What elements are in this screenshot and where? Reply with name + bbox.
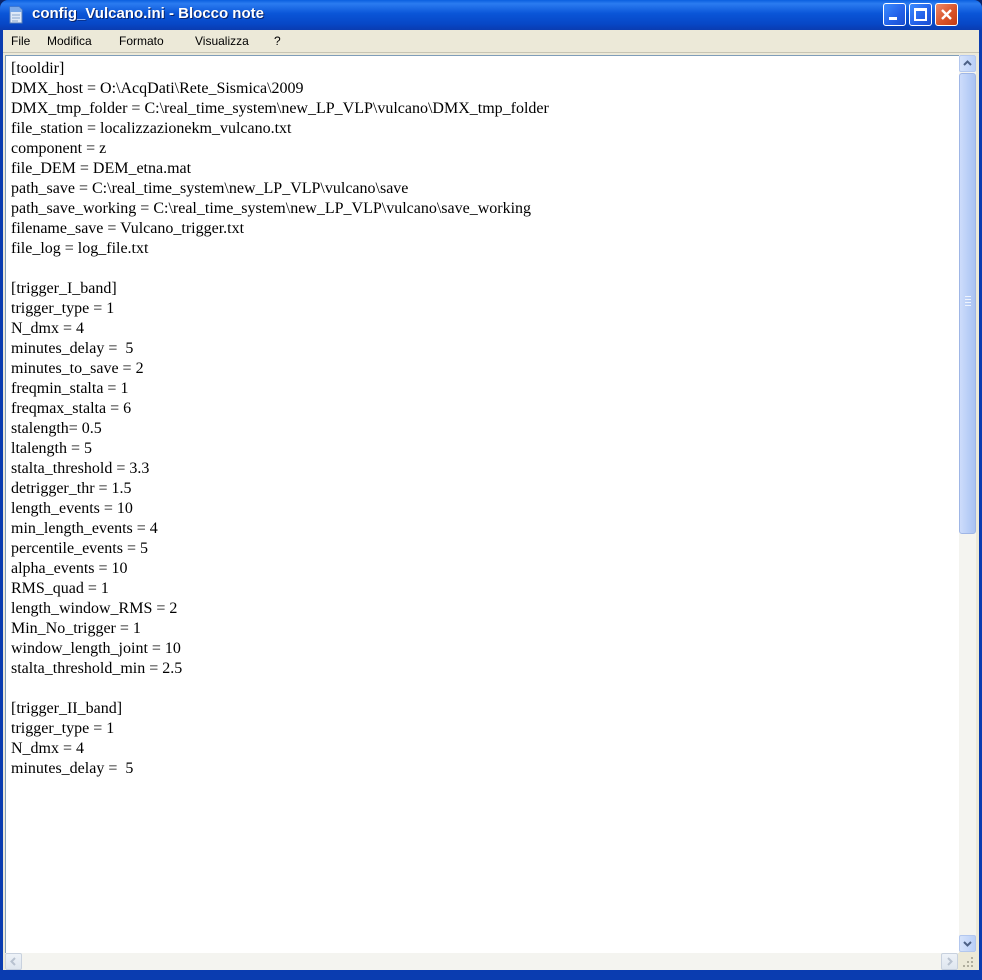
minimize-icon [889, 17, 897, 20]
document-line: [trigger_I_band] [11, 280, 117, 297]
document-line: trigger_type = 1 [11, 720, 115, 737]
grip-line [965, 305, 971, 306]
resize-grip[interactable] [959, 953, 976, 970]
document-line: minutes_delay = 5 [11, 340, 134, 357]
scroll-up-button[interactable] [959, 55, 976, 72]
document-line: N_dmx = 4 [11, 320, 85, 337]
grip-line [965, 299, 971, 300]
document-line: window_length_joint = 10 [11, 640, 181, 657]
menu-modifica-label: Modifica [47, 34, 92, 48]
document-text[interactable]: [tooldir] DMX_host = O:\AcqDati\Rete_Sis… [11, 59, 549, 779]
document-line: percentile_events = 5 [11, 540, 148, 557]
menu-file[interactable]: File [7, 33, 34, 49]
chevron-left-icon [10, 957, 16, 966]
vertical-scrollbar[interactable] [959, 55, 976, 952]
grip-line [965, 302, 971, 303]
menu-visualizza-label: Visualizza [195, 34, 249, 48]
document-line: file_log = log_file.txt [11, 240, 149, 257]
document-line: trigger_type = 1 [11, 300, 115, 317]
menu-file-label: File [11, 34, 31, 48]
document-line: DMX_host = O:\AcqDati\Rete_Sismica\2009 [11, 80, 304, 97]
document-line: stalta_threshold = 3.3 [11, 460, 150, 477]
document-line: minutes_to_save = 2 [11, 360, 144, 377]
vertical-scroll-thumb[interactable] [959, 73, 976, 534]
chevron-right-icon [947, 957, 953, 966]
document-line: filename_save = Vulcano_trigger.txt [11, 220, 245, 237]
document-line: freqmin_stalta = 1 [11, 380, 129, 397]
document-line: freqmax_stalta = 6 [11, 400, 132, 417]
menu-formato-label: Formato [119, 34, 164, 48]
close-button[interactable] [935, 3, 958, 26]
document-line: N_dmx = 4 [11, 740, 85, 757]
maximize-button[interactable] [909, 3, 932, 26]
document-line: stalta_threshold_min = 2.5 [11, 660, 183, 677]
document-line: minutes_delay = 5 [11, 760, 134, 777]
document-line: detrigger_thr = 1.5 [11, 480, 132, 497]
document-line: ltalength = 5 [11, 440, 93, 457]
scroll-right-button[interactable] [941, 953, 958, 970]
document-line: path_save_working = C:\real_time_system\… [11, 200, 532, 217]
window-frame: File Modifica Formato Visualizza ? [tool… [0, 30, 982, 980]
document-line: file_station = localizzazionekm_vulcano.… [11, 120, 292, 137]
document-line: length_window_RMS = 2 [11, 600, 178, 617]
window-title: config_Vulcano.ini - Blocco note [32, 5, 264, 22]
horizontal-scrollbar[interactable] [5, 953, 958, 970]
document-line: RMS_quad = 1 [11, 580, 109, 597]
scroll-down-button[interactable] [959, 935, 976, 952]
title-bar[interactable]: config_Vulcano.ini - Blocco note [0, 0, 982, 30]
document-line: stalength= 0.5 [11, 420, 102, 437]
chevron-up-icon [963, 60, 972, 66]
document-line: path_save = C:\real_time_system\new_LP_V… [11, 180, 409, 197]
document-line: [tooldir] [11, 60, 65, 77]
document-line: [trigger_II_band] [11, 700, 123, 717]
document-line: Min_No_trigger = 1 [11, 620, 141, 637]
document-line: alpha_events = 10 [11, 560, 128, 577]
menu-help-label: ? [274, 34, 281, 48]
close-icon [941, 9, 952, 20]
document-line: component = z [11, 140, 107, 157]
window-bottom-border [3, 970, 979, 980]
notepad-window: config_Vulcano.ini - Blocco note File Mo… [0, 0, 982, 980]
menu-formato[interactable]: Formato [115, 33, 168, 49]
menu-help[interactable]: ? [270, 33, 285, 49]
menu-modifica[interactable]: Modifica [43, 33, 96, 49]
text-editor[interactable]: [tooldir] DMX_host = O:\AcqDati\Rete_Sis… [5, 55, 959, 953]
resize-grip-icon [963, 957, 973, 967]
document-line: length_events = 10 [11, 500, 133, 517]
minimize-button[interactable] [883, 3, 906, 26]
scroll-left-button[interactable] [5, 953, 22, 970]
notepad-icon [9, 6, 23, 24]
maximize-icon [914, 8, 927, 21]
menu-bar: File Modifica Formato Visualizza ? [3, 30, 979, 53]
menu-visualizza[interactable]: Visualizza [191, 33, 253, 49]
document-line: min_length_events = 4 [11, 520, 158, 537]
chevron-down-icon [963, 941, 972, 947]
document-line: DMX_tmp_folder = C:\real_time_system\new… [11, 100, 549, 117]
document-line: file_DEM = DEM_etna.mat [11, 160, 192, 177]
grip-line [965, 296, 971, 297]
